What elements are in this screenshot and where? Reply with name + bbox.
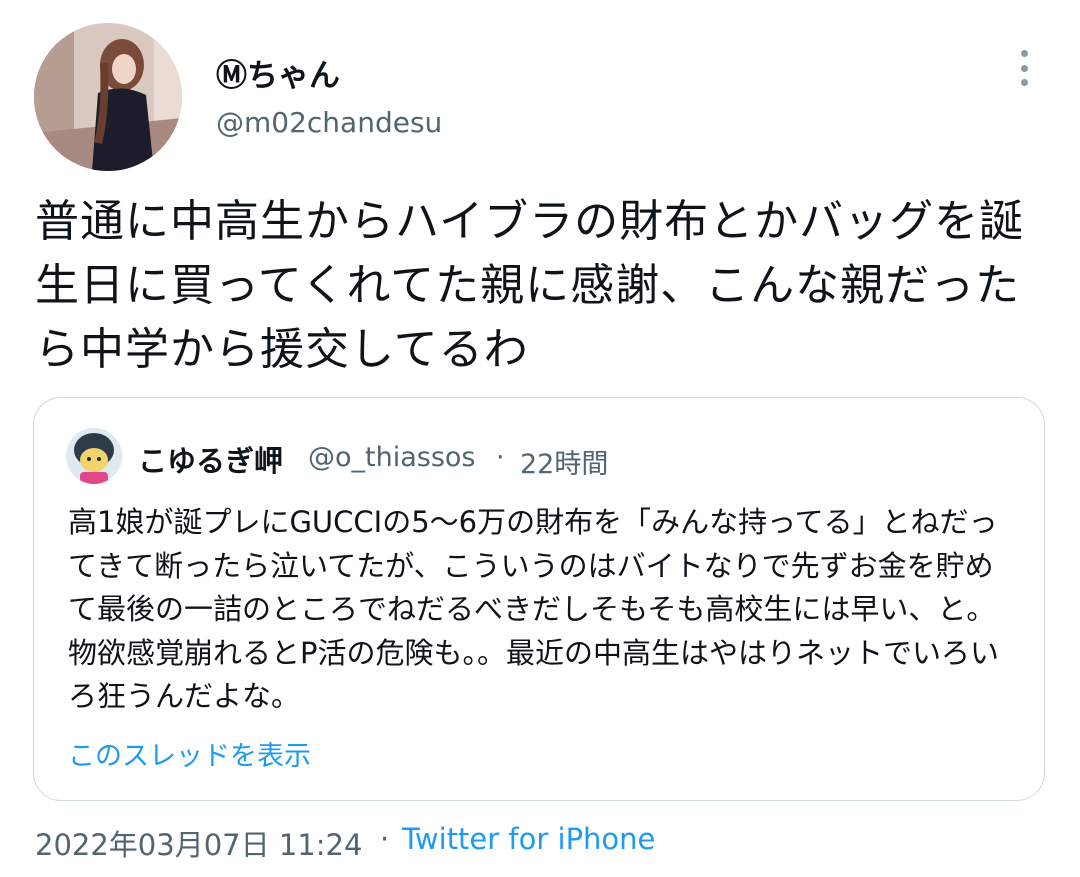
quoted-author-handle[interactable]: @o_thiassos	[308, 442, 475, 473]
footer-separator: ·	[380, 822, 390, 856]
more-vertical-icon[interactable]	[1010, 48, 1038, 88]
quoted-tweet-time[interactable]: 22時間	[520, 442, 608, 481]
author-avatar[interactable]	[34, 23, 182, 171]
quoted-author-avatar[interactable]	[66, 428, 122, 484]
quoted-author-display-name[interactable]: こゆるぎ岬	[138, 438, 283, 480]
tweet-text: 普通に中高生からハイブラの財布とかバッグを誕生日に買ってくれてた親に感謝、こんな…	[35, 196, 1025, 375]
more-dot	[1020, 50, 1028, 57]
tweet-timestamp[interactable]: 2022年03月07日 11:24	[35, 822, 362, 864]
avatar-photo	[34, 23, 182, 171]
quoted-avatar-photo	[66, 428, 122, 484]
more-dot	[1020, 79, 1028, 86]
author-display-name[interactable]: Ⓜちゃん	[216, 50, 340, 95]
show-thread-link[interactable]: このスレッドを表示	[68, 734, 311, 773]
author-handle[interactable]: @m02chandesu	[216, 106, 442, 139]
tweet-source-link[interactable]: Twitter for iPhone	[402, 822, 655, 856]
quoted-tweet-text: 高1娘が誕プレにGUCCIの5〜6万の財布を「みんな持ってる」とねだってきて断っ…	[68, 505, 999, 713]
more-dot	[1020, 64, 1028, 72]
quoted-separator: ·	[496, 442, 505, 473]
